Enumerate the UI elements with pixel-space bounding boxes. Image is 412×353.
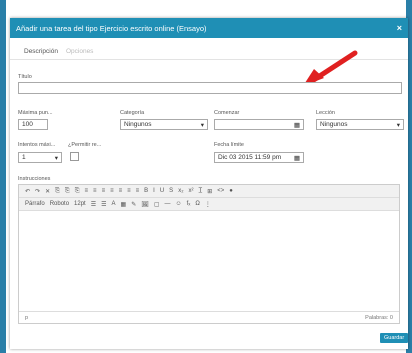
- category-select[interactable]: Ningunos ▾: [120, 119, 208, 130]
- toolbar2-button-13[interactable]: Ω: [195, 201, 200, 207]
- toolbar1-button-1[interactable]: ↷: [35, 188, 40, 195]
- lesson-select[interactable]: Ningunos ▾: [316, 119, 404, 130]
- tab-descripcion[interactable]: Descripción: [24, 48, 58, 55]
- editor-statusbar: p Palabras: 0: [19, 311, 399, 323]
- toolbar2-button-7[interactable]: ✎: [131, 201, 136, 208]
- toolbar1-button-10[interactable]: ≡: [119, 188, 123, 194]
- toolbar1-button-11[interactable]: ≡: [127, 188, 131, 194]
- category-value: Ningunos: [124, 121, 152, 128]
- allow-label: ¿Permitir re...: [68, 142, 102, 148]
- chevron-down-icon: ▾: [54, 154, 58, 162]
- tab-opciones[interactable]: Opciones: [66, 48, 93, 55]
- calendar-icon[interactable]: ▦: [294, 154, 300, 162]
- start-label: Comenzar: [214, 110, 240, 116]
- attempts-label: Intentos máxi...: [18, 142, 56, 148]
- allow-checkbox[interactable]: [70, 152, 79, 161]
- max-points-label: Máxima pun...: [18, 110, 53, 116]
- toolbar1-button-16[interactable]: S: [169, 188, 173, 194]
- save-button[interactable]: Guardar: [380, 333, 409, 343]
- toolbar1-button-18[interactable]: x²: [189, 188, 194, 194]
- toolbar1-button-5[interactable]: ⎘: [75, 188, 80, 195]
- toolbar1-button-6[interactable]: ≡: [85, 188, 89, 194]
- toolbar2-button-6[interactable]: ▦: [121, 201, 127, 208]
- toolbar1-button-14[interactable]: I: [153, 188, 155, 194]
- toolbar1-button-2[interactable]: ✕: [45, 188, 50, 195]
- toolbar2-button-10[interactable]: —: [165, 201, 171, 207]
- toolbar2-button-4[interactable]: ☰: [101, 201, 106, 208]
- toolbar1-button-15[interactable]: U: [160, 188, 164, 194]
- editor-toolbar-1: ↶ ↷ ✕ ⎘ ⎘ ⎘ ≡ ≡ ≡ ≡ ≡ ≡ ≡ B I U Sx₂ x² T̲ ⊞ <> ●: [19, 185, 399, 198]
- toolbar1-button-7[interactable]: ≡: [93, 188, 97, 194]
- toolbar1-button-19[interactable]: T̲: [199, 188, 203, 194]
- toolbar2-button-3[interactable]: ☰: [91, 201, 96, 208]
- toolbar2-button-8[interactable]: 🖼: [141, 201, 149, 208]
- toolbar1-button-3[interactable]: ⎘: [55, 188, 60, 195]
- toolbar1-button-20[interactable]: ⊞: [207, 188, 212, 195]
- toolbar2-button-2[interactable]: 12pt: [74, 201, 86, 207]
- status-path: p: [25, 314, 29, 321]
- toolbar2-button-11[interactable]: ☺: [176, 201, 182, 207]
- rich-text-editor: ↶ ↷ ✕ ⎘ ⎘ ⎘ ≡ ≡ ≡ ≡ ≡ ≡ ≡ B I U Sx₂ x² T̲ ⊞ <> ● Párrafo Robot…: [18, 184, 400, 324]
- lesson-value: Ningunos: [320, 121, 348, 128]
- max-points-value: 100: [22, 121, 33, 128]
- toolbar2-button-12[interactable]: fₓ: [187, 201, 191, 207]
- deadline-input[interactable]: Dic 03 2015 11:59 pm ▦: [214, 152, 304, 163]
- chevron-down-icon: ▾: [200, 121, 204, 129]
- toolbar2-button-9[interactable]: ▢: [154, 201, 160, 208]
- deadline-label: Fecha límite: [214, 142, 244, 148]
- toolbar2-button-1[interactable]: Roboto: [50, 201, 69, 207]
- toolbar2-button-14[interactable]: ⋮: [205, 201, 211, 208]
- toolbar1-button-17[interactable]: x₂: [178, 188, 183, 194]
- calendar-icon[interactable]: ▦: [294, 121, 300, 129]
- category-label: Categoría: [120, 110, 145, 116]
- max-points-input[interactable]: 100: [18, 119, 48, 130]
- toolbar1-button-13[interactable]: B: [144, 188, 148, 194]
- attempts-select[interactable]: 1 ▾: [18, 152, 62, 163]
- close-icon[interactable]: ×: [397, 23, 402, 33]
- toolbar1-button-21[interactable]: <>: [217, 188, 224, 194]
- title-label: Título: [18, 74, 32, 80]
- title-input[interactable]: [18, 82, 402, 94]
- chevron-down-icon: ▾: [396, 121, 400, 129]
- toolbar2-button-5[interactable]: A: [112, 201, 116, 207]
- task-dialog: Añadir una tarea del tipo Ejercicio escr…: [10, 18, 409, 349]
- toolbar1-button-9[interactable]: ≡: [110, 188, 114, 194]
- toolbar1-button-12[interactable]: ≡: [136, 188, 140, 194]
- word-count: Palabras: 0: [365, 314, 393, 321]
- deadline-value: Dic 03 2015 11:59 pm: [218, 154, 282, 161]
- dialog-titlebar: Añadir una tarea del tipo Ejercicio escr…: [10, 18, 408, 38]
- lesson-label: Lección: [316, 110, 335, 116]
- dialog-title: Añadir una tarea del tipo Ejercicio escr…: [16, 23, 207, 33]
- start-date-input[interactable]: ▦: [214, 119, 304, 130]
- toolbar1-button-4[interactable]: ⎘: [65, 188, 70, 195]
- editor-toolbar-2: Párrafo Roboto 12pt ☰ ☰ A ▦ ✎ 🖼 ▢ — ☺ fₓ Ω ⋮: [19, 198, 399, 211]
- attempts-value: 1: [22, 154, 26, 161]
- toolbar1-button-0[interactable]: ↶: [25, 188, 30, 195]
- instructions-label: Instrucciones: [18, 176, 51, 182]
- toolbar2-button-0[interactable]: Párrafo: [25, 201, 45, 207]
- toolbar1-button-22[interactable]: ●: [229, 188, 233, 194]
- editor-content[interactable]: [19, 211, 399, 311]
- toolbar1-button-8[interactable]: ≡: [102, 188, 106, 194]
